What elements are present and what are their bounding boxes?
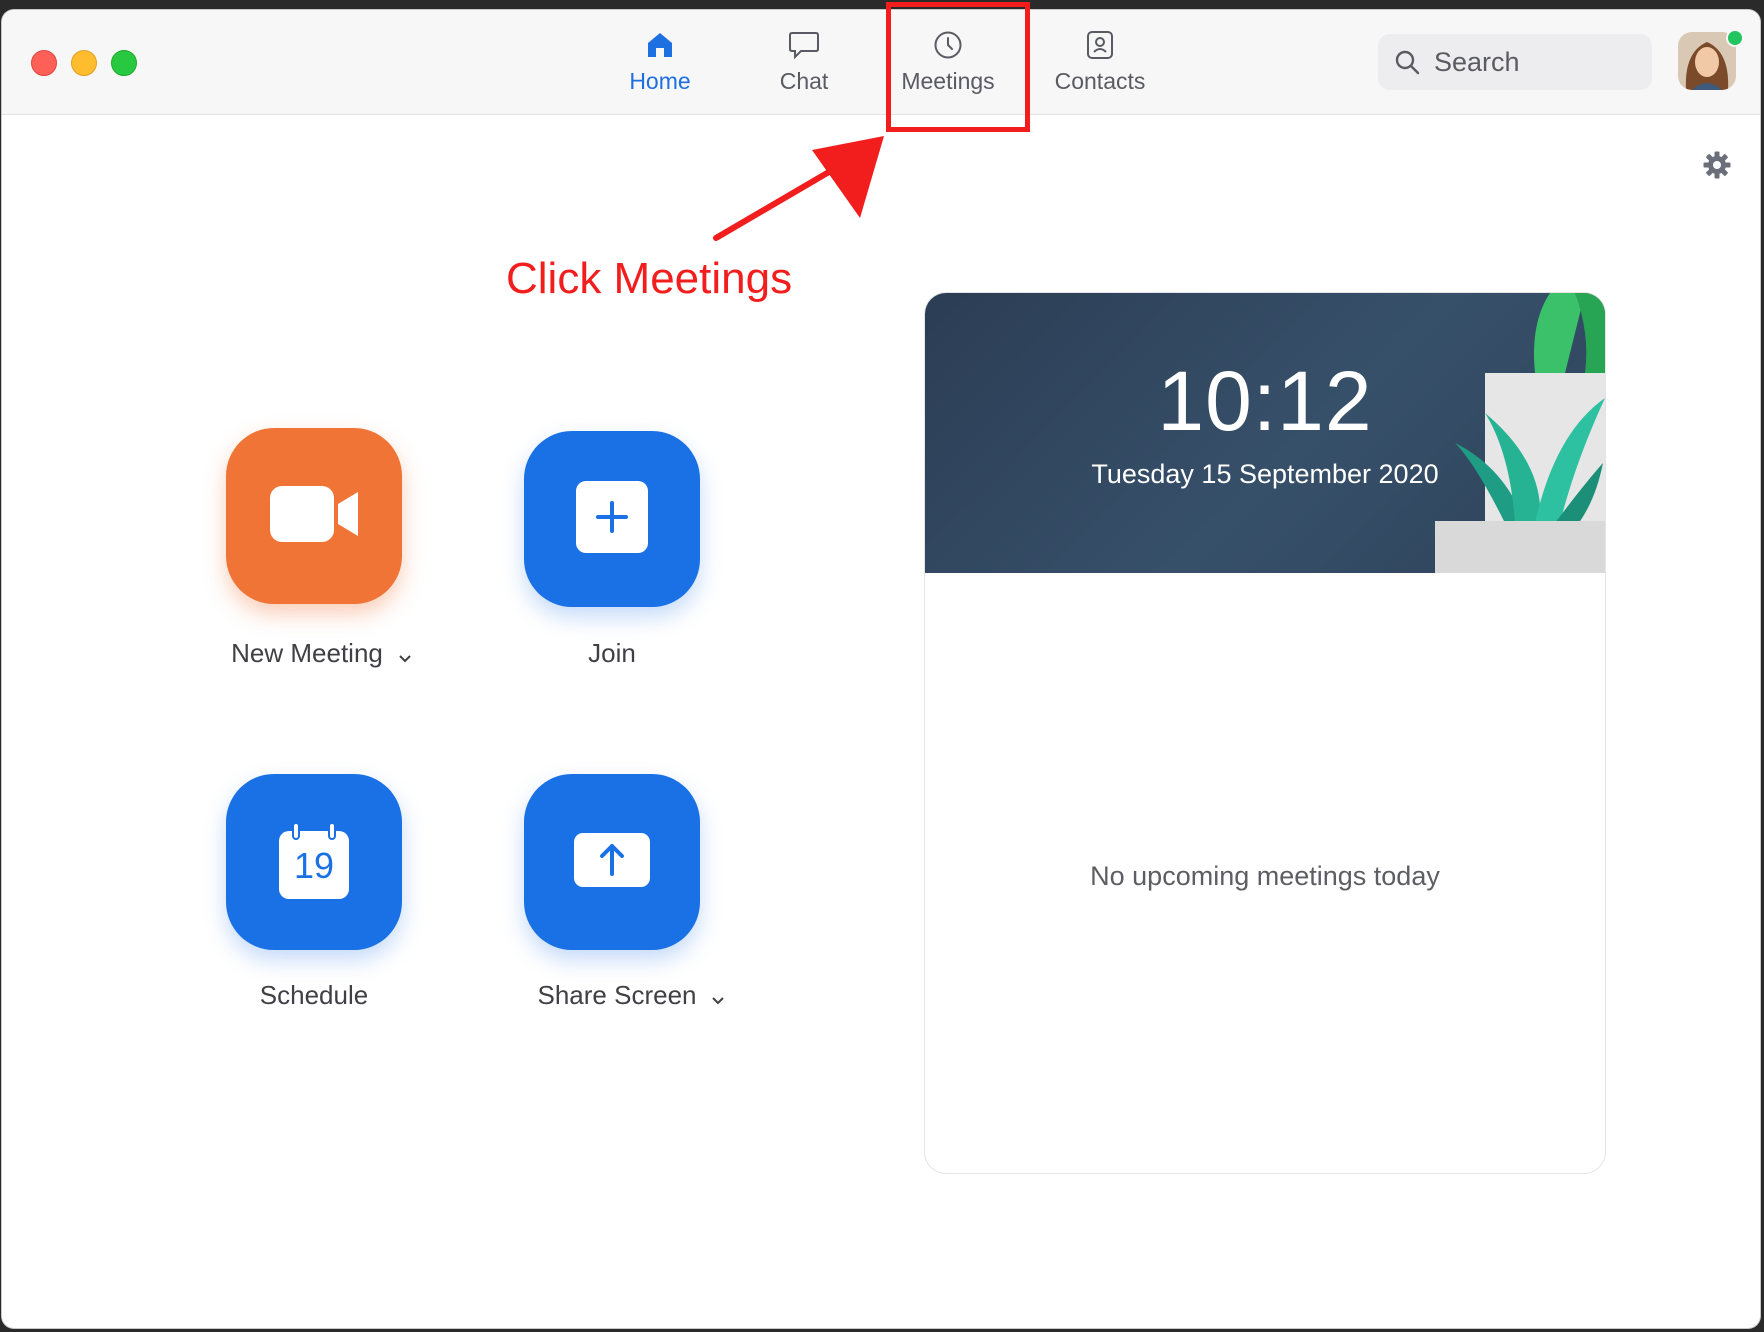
- new-meeting-label: New Meeting: [231, 638, 383, 668]
- tab-contacts[interactable]: Contacts: [1040, 28, 1160, 108]
- upcoming-meetings-card: 10:12 Tuesday 15 September 2020 No upcom…: [924, 292, 1606, 1174]
- share-screen-label: Share Screen: [537, 980, 697, 1010]
- zoom-window-button[interactable]: [111, 50, 137, 76]
- calendar-day-number: 19: [293, 845, 335, 886]
- annotation-text: Click Meetings: [506, 254, 793, 303]
- tab-contacts-label: Contacts: [1054, 68, 1146, 94]
- title-bar: Home Chat Meetings Contacts: [2, 10, 1760, 115]
- tab-home-label: Home: [629, 68, 691, 94]
- settings-gear-icon[interactable]: [1702, 150, 1732, 180]
- search-input[interactable]: [1432, 45, 1636, 79]
- close-window-button[interactable]: [31, 50, 57, 76]
- meetings-highlight-box: [886, 2, 1030, 132]
- chevron-down-icon[interactable]: [710, 982, 726, 1013]
- search-box[interactable]: [1378, 34, 1652, 90]
- share-up-arrow-icon: [573, 832, 651, 893]
- chevron-down-icon[interactable]: [397, 640, 413, 671]
- join-label: Join: [588, 638, 636, 668]
- new-meeting-button[interactable]: [226, 428, 402, 604]
- video-camera-icon: [268, 484, 360, 549]
- minimize-window-button[interactable]: [71, 50, 97, 76]
- card-header: 10:12 Tuesday 15 September 2020: [925, 293, 1605, 573]
- online-status-indicator: [1726, 29, 1744, 47]
- tab-chat[interactable]: Chat: [744, 28, 864, 108]
- annotation-arrow-icon: [713, 136, 884, 241]
- share-screen-button[interactable]: [524, 774, 700, 950]
- plant-illustration: [1435, 293, 1605, 573]
- join-button[interactable]: [524, 431, 700, 607]
- chat-icon: [787, 28, 821, 62]
- search-icon: [1392, 47, 1422, 77]
- home-icon: [643, 28, 677, 62]
- empty-meetings-message: No upcoming meetings today: [1090, 861, 1440, 891]
- new-meeting-label-row[interactable]: New Meeting: [192, 638, 452, 671]
- schedule-label: Schedule: [259, 980, 369, 1010]
- plus-icon: [575, 480, 649, 559]
- tab-chat-label: Chat: [779, 68, 829, 94]
- share-screen-label-row[interactable]: Share Screen: [502, 980, 762, 1013]
- tab-home[interactable]: Home: [600, 28, 720, 108]
- schedule-button[interactable]: 19: [226, 774, 402, 950]
- calendar-icon: 19: [277, 823, 351, 901]
- contacts-icon: [1083, 28, 1117, 62]
